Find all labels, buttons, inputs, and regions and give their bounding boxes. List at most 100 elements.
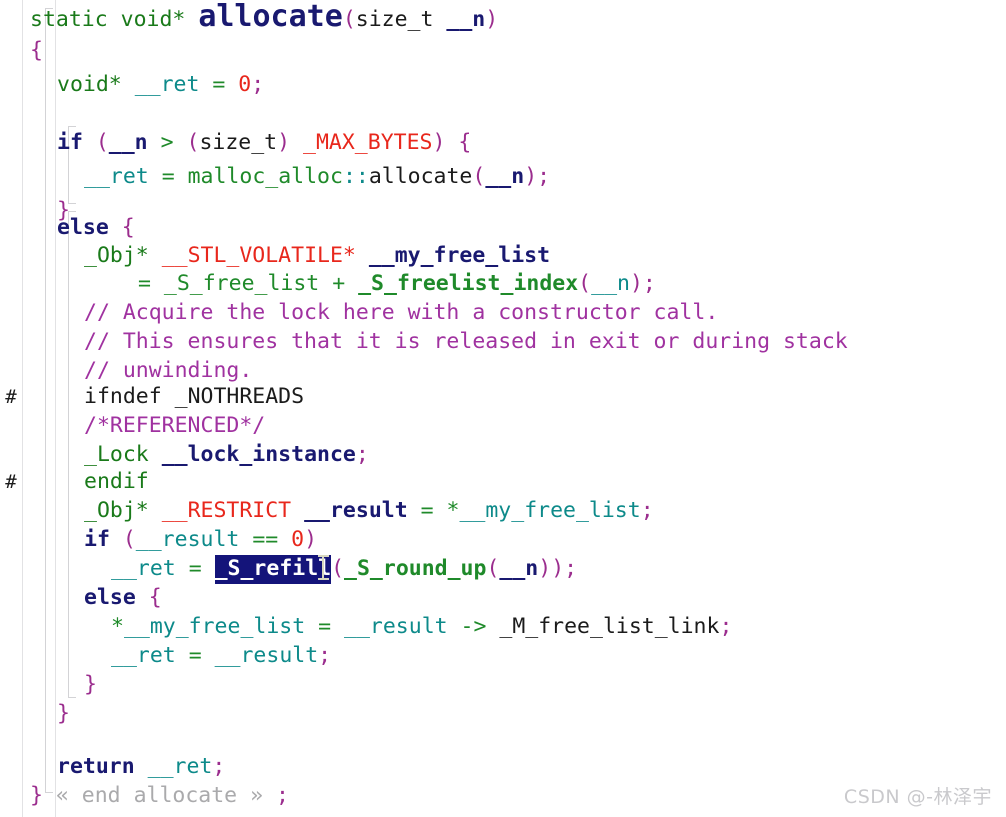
token-else: else xyxy=(84,585,136,610)
token-rparen: ) xyxy=(432,130,446,155)
token-zero: 0 xyxy=(238,72,252,97)
code-line-2[interactable]: { xyxy=(30,34,43,68)
token-ifndef: ifndef xyxy=(84,384,162,409)
token-close-brace: } xyxy=(57,701,70,726)
token-scope-resolution: :: xyxy=(342,164,369,189)
token-open-brace: { xyxy=(458,130,472,155)
token-size-t: size_t xyxy=(199,130,278,155)
token-deref: * xyxy=(446,498,460,523)
token-ret: __ret xyxy=(111,556,176,581)
token-rparen-inner: ) xyxy=(538,556,552,581)
token-zero: 0 xyxy=(291,527,305,552)
token-endif: endif xyxy=(84,469,149,494)
token-semicolon: ; xyxy=(318,643,332,668)
token-result: __result xyxy=(304,498,408,523)
token-semicolon: ; xyxy=(355,442,369,467)
token-ret: __ret xyxy=(84,164,149,189)
token-assign: = xyxy=(212,72,226,97)
token-equality: == xyxy=(252,527,279,552)
token-static: static xyxy=(30,7,108,32)
token-lock-instance: __lock_instance xyxy=(161,442,356,467)
token-max-bytes: _MAX_BYTES xyxy=(303,130,433,155)
token-arrow: -> xyxy=(460,614,487,639)
token-assign: = xyxy=(420,498,434,523)
token-rparen: ) xyxy=(629,271,643,296)
token-result: __result xyxy=(214,643,319,668)
token-result: __result xyxy=(135,527,240,552)
token-stl-volatile: __STL_VOLATILE xyxy=(161,243,343,268)
token-semicolon: ; xyxy=(251,72,265,97)
token-arg-n: __n xyxy=(446,7,486,32)
token-my-free-list: __my_free_list xyxy=(368,243,551,268)
token-n: __n xyxy=(108,130,148,155)
token-nothreads: _NOTHREADS xyxy=(174,384,305,409)
token-deref: * xyxy=(111,614,124,639)
csdn-watermark: CSDN @-林泽宇 xyxy=(843,786,992,808)
token-semicolon: ; xyxy=(212,754,226,779)
code-line-5[interactable]: if (__n > (size_t) _MAX_BYTES) { xyxy=(57,126,471,160)
fold-placeholder-end-allocate[interactable]: « end allocate » xyxy=(56,783,263,808)
token-semicolon: ; xyxy=(640,498,654,523)
token-return: return xyxy=(57,754,135,779)
token-void-ptr: void* xyxy=(57,72,122,97)
code-editor[interactable]: # # static void* allocate(size_t __n) { … xyxy=(0,0,1006,817)
token-else: else xyxy=(57,215,109,240)
token-star: * xyxy=(342,243,356,268)
token-n: __n xyxy=(485,164,525,189)
token-assign: = xyxy=(318,614,332,639)
token-void-ptr: void* xyxy=(120,7,186,32)
token-rparen: ) xyxy=(485,7,499,32)
token-semicolon: ; xyxy=(642,271,656,296)
code-line-1[interactable]: static void* allocate(size_t __n) xyxy=(30,0,498,34)
token-open-brace: { xyxy=(121,215,135,240)
token-semicolon: ; xyxy=(537,164,551,189)
token-ret: __ret xyxy=(147,754,213,779)
token-open-brace: { xyxy=(148,585,162,610)
token-lparen-cast: ( xyxy=(186,130,200,155)
token-ret: __ret xyxy=(134,72,200,97)
code-line-23[interactable]: __ret = __result; xyxy=(111,639,331,673)
token-result: __result xyxy=(344,614,448,639)
token-s-round-up: _S_round_up xyxy=(344,556,487,581)
token-malloc-alloc: malloc_alloc xyxy=(187,164,343,189)
token-my-free-list: __my_free_list xyxy=(123,614,306,639)
token-lock-type: _Lock xyxy=(84,442,149,467)
token-rparen-cast: ) xyxy=(277,130,291,155)
token-m-free-list-link: _M_free_list_link xyxy=(499,614,720,639)
code-content[interactable]: static void* allocate(size_t __n) { void… xyxy=(0,0,1006,817)
token-assign: = xyxy=(188,643,202,668)
token-lparen-inner: ( xyxy=(486,556,500,581)
token-plus: + xyxy=(332,271,346,296)
token-assign: = xyxy=(188,556,202,581)
code-line-20[interactable]: __ret = _S_refill(_S_round_up(__n)); xyxy=(111,552,577,586)
token-semicolon: ; xyxy=(564,556,578,581)
token-lparen: ( xyxy=(342,7,356,32)
token-rparen: ) xyxy=(304,527,318,552)
selected-token-s-refill[interactable]: _S_refill xyxy=(214,555,332,584)
token-lparen: ( xyxy=(95,130,109,155)
token-obj-type: _Obj xyxy=(84,243,136,268)
code-line-25[interactable]: } xyxy=(57,697,70,731)
token-greater-than: > xyxy=(160,130,174,155)
token-n: __n xyxy=(591,271,630,296)
token-open-brace: { xyxy=(30,38,43,63)
token-n: __n xyxy=(499,556,539,581)
token-my-free-list: __my_free_list xyxy=(459,498,641,523)
token-lparen: ( xyxy=(122,527,136,552)
token-s-freelist-index: _S_freelist_index xyxy=(358,271,579,296)
token-semicolon: ; xyxy=(275,783,289,808)
code-line-6[interactable]: __ret = malloc_alloc::allocate(__n); xyxy=(84,160,550,194)
token-semicolon: ; xyxy=(719,614,733,639)
token-obj-type: _Obj xyxy=(84,498,136,523)
token-if: if xyxy=(57,130,83,155)
token-star: * xyxy=(135,243,149,268)
token-rparen: ) xyxy=(524,164,538,189)
code-line-3[interactable]: void* __ret = 0; xyxy=(57,68,264,102)
token-lparen: ( xyxy=(578,271,592,296)
token-close-brace: } xyxy=(84,672,97,697)
code-line-24[interactable]: } xyxy=(84,668,97,702)
token-star: * xyxy=(135,498,149,523)
token-assign: = xyxy=(138,271,151,296)
code-line-28[interactable]: } « end allocate » ; xyxy=(30,779,289,813)
token-size-t: size_t xyxy=(355,7,434,32)
